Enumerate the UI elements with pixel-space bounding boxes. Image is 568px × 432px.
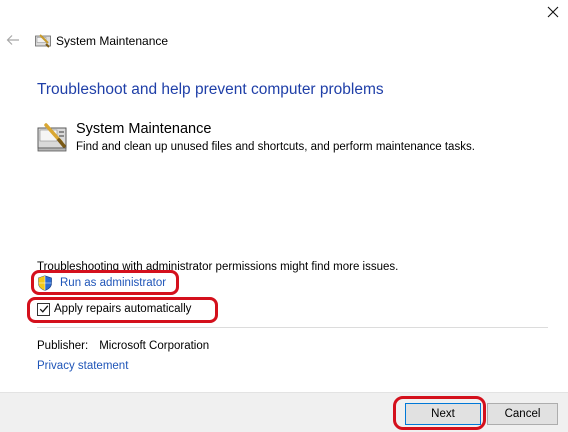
window-title: System Maintenance: [56, 34, 169, 48]
permission-note: Troubleshooting with administrator permi…: [37, 261, 399, 273]
uac-shield-icon: [38, 275, 52, 291]
next-button[interactable]: Next: [405, 403, 481, 425]
footer-bar: Next Cancel: [0, 392, 568, 432]
apply-repairs-checkbox[interactable]: Apply repairs automatically: [37, 301, 191, 317]
checkmark-icon: [39, 305, 48, 313]
troubleshooter-description: Find and clean up unused files and short…: [76, 141, 475, 153]
close-button[interactable]: [538, 0, 568, 24]
apply-repairs-label: Apply repairs automatically: [54, 303, 192, 315]
close-icon: [547, 6, 559, 18]
page-heading: Troubleshoot and help prevent computer p…: [37, 81, 384, 98]
publisher-label: Publisher:: [37, 340, 89, 352]
checkbox-box[interactable]: [37, 302, 50, 316]
system-maintenance-small-icon: [35, 34, 51, 48]
run-as-administrator-label: Run as administrator: [60, 277, 167, 289]
troubleshooter-name: System Maintenance: [76, 121, 212, 137]
privacy-statement-link[interactable]: Privacy statement: [37, 360, 128, 372]
troubleshooter-window: System Maintenance Troubleshoot and help…: [0, 0, 568, 432]
back-arrow-icon: [6, 35, 19, 45]
back-button[interactable]: [4, 30, 22, 50]
publisher-line: Publisher: Microsoft Corporation: [37, 340, 209, 352]
separator: [37, 327, 548, 328]
system-maintenance-icon: [37, 123, 67, 152]
run-as-administrator-link[interactable]: Run as administrator: [37, 275, 166, 291]
publisher-value: Microsoft Corporation: [99, 340, 210, 352]
cancel-button[interactable]: Cancel: [487, 403, 558, 425]
